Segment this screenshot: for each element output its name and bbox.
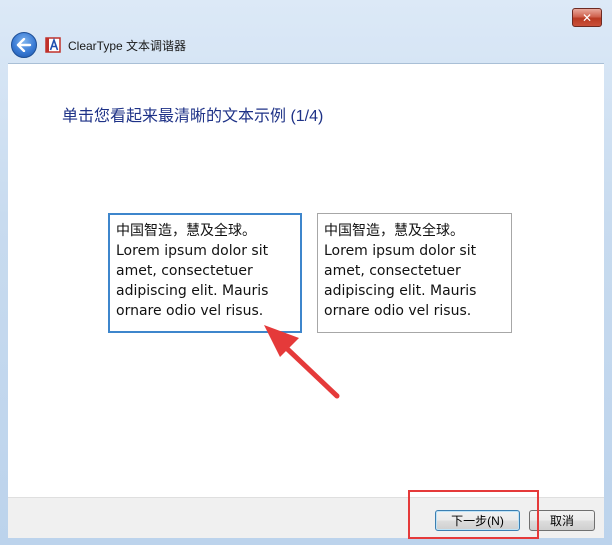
- back-arrow-icon: [16, 38, 32, 52]
- window-title: ClearType 文本调谐器: [68, 39, 187, 53]
- content-area: 单击您看起来最清晰的文本示例 (1/4) 中国智造，慧及全球。 Lorem ip…: [8, 63, 604, 498]
- cancel-button[interactable]: 取消: [529, 510, 595, 531]
- page-title: 单击您看起来最清晰的文本示例 (1/4): [62, 108, 324, 125]
- sample-latin-text: Lorem ipsum dolor sit amet, consectetuer…: [324, 243, 477, 319]
- close-button[interactable]: ✕: [572, 8, 602, 27]
- cleartype-icon: [45, 37, 61, 53]
- close-icon: ✕: [581, 10, 593, 25]
- footer-bar: 下一步(N) 取消: [8, 497, 604, 538]
- text-sample-2[interactable]: 中国智造，慧及全球。 Lorem ipsum dolor sit amet, c…: [317, 213, 512, 333]
- window-frame: ✕ ClearType 文本调谐器 单击您看起来最清晰的文本示例 (1/4) 中…: [0, 0, 612, 545]
- back-button[interactable]: [11, 32, 37, 58]
- next-button[interactable]: 下一步(N): [435, 510, 520, 531]
- sample-chinese-text: 中国智造，慧及全球。: [324, 223, 464, 239]
- text-sample-1[interactable]: 中国智造，慧及全球。 Lorem ipsum dolor sit amet, c…: [108, 213, 302, 333]
- sample-latin-text: Lorem ipsum dolor sit amet, consectetuer…: [116, 243, 269, 319]
- sample-chinese-text: 中国智造，慧及全球。: [116, 223, 256, 239]
